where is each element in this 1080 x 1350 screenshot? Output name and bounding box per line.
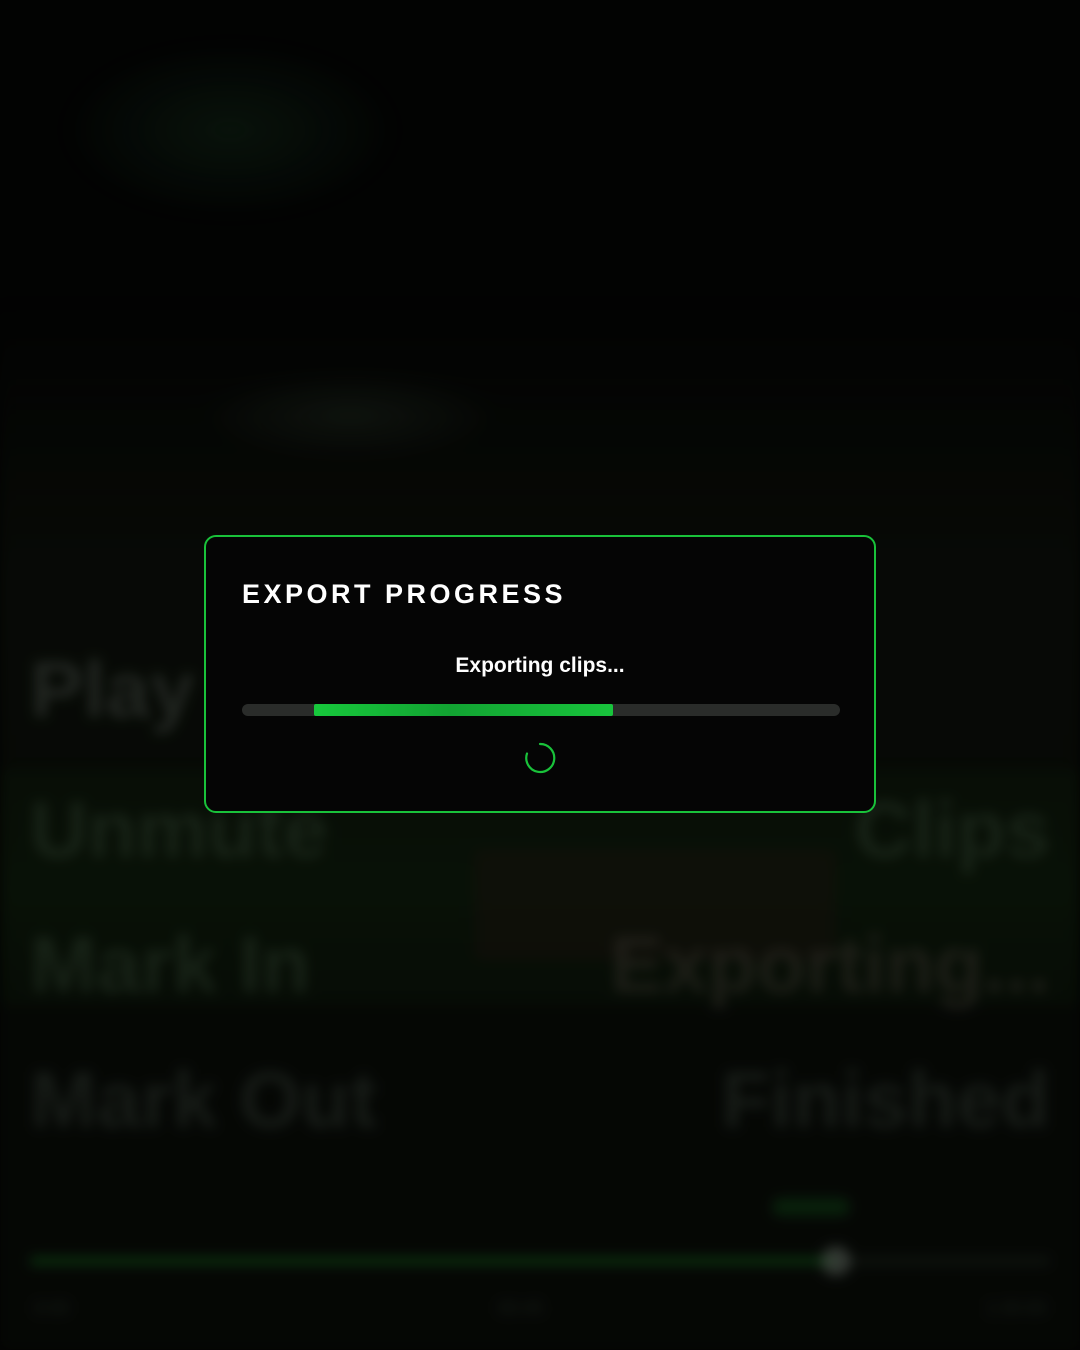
export-progress-bar — [242, 704, 840, 716]
dialog-title: EXPORT PROGRESS — [242, 579, 567, 609]
export-progress-fill — [313, 704, 613, 716]
app-screen: Play Unmute Mark In Mark Out Clips Expor… — [0, 0, 1080, 1350]
export-progress-dialog: EXPORT PROGRESS Exporting clips... — [204, 535, 876, 813]
loading-spinner-icon — [525, 742, 556, 774]
export-status-text: Exporting clips... — [455, 654, 625, 677]
